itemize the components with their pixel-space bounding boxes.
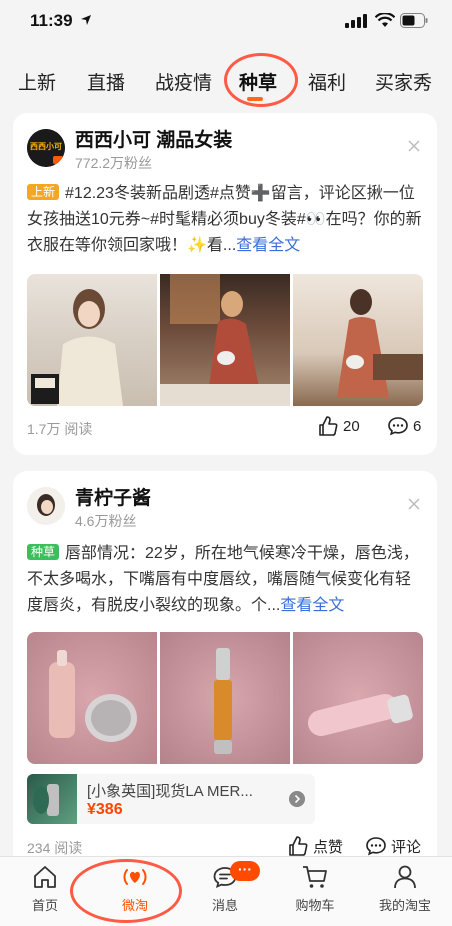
post-photo[interactable] [293,274,423,406]
status-bar: 11:39 [0,0,452,44]
tab-zhanyiqing[interactable]: 战疫情 [155,68,212,95]
post-photo[interactable] [27,632,157,764]
product-title: [小象英国]现货LA MER... [87,783,253,800]
post-photo[interactable] [293,632,423,764]
nav-messages[interactable]: ··· 消息 [180,857,270,926]
author-name[interactable]: 西西小可 潮品女装 [75,125,232,152]
like-count: 20 [343,417,360,435]
tab-fuli[interactable]: 福利 [308,68,346,95]
comment-label: 评论 [391,838,422,856]
comment-button[interactable]: 6 [387,415,421,437]
profile-icon [394,865,416,889]
weitao-icon [123,869,147,885]
comment-button[interactable]: 评论 [365,835,421,857]
bottom-nav: 首页 微淘 ··· 消息 购物车 我的淘宝 [0,856,452,926]
home-icon [34,866,56,888]
comment-count: 6 [413,417,422,435]
like-button[interactable]: 20 [317,415,360,437]
nav-label-cart: 购物车 [295,898,335,913]
post-photo[interactable] [160,274,290,406]
tab-bar: 上新 直播 战疫情 种草 福利 买家秀 [0,58,452,102]
post-content: #12.23冬装新品剧透#点赞➕留言，评论区揪一位女孩抽送10元券~#时髦精必须… [27,185,422,254]
product-price: ¥386 [87,801,123,818]
fan-count: 4.6万粉丝 [75,513,137,529]
photo-grid [27,632,423,764]
thumbs-up-icon [289,836,308,856]
post-content: 唇部情况：22岁，所在地气候寒冷干燥，唇色浅，不太多喝水，下嘴唇有中度唇纹，嘴唇… [27,545,419,614]
product-link[interactable]: [小象英国]现货LA MER... ¥386 [27,774,315,824]
comment-icon [388,417,408,436]
view-count: 234 阅读 [27,840,83,856]
post-tag: 种草 [27,544,60,560]
close-icon[interactable] [407,139,421,153]
nav-profile[interactable]: 我的淘宝 [360,857,450,926]
wifi-icon [375,13,395,27]
tab-maijiaxiu[interactable]: 买家秀 [375,68,432,95]
nav-weitao[interactable]: 微淘 [90,857,180,926]
post-text[interactable]: 上新 #12.23冬装新品剧透#点赞➕留言，评论区揪一位女孩抽送10元券~#时髦精… [27,181,425,259]
chevron-right-icon [289,791,305,807]
close-icon[interactable] [407,497,421,511]
tab-shangxin[interactable]: 上新 [18,68,56,95]
nav-home[interactable]: 首页 [0,857,90,926]
author-name[interactable]: 青柠子酱 [75,483,151,510]
view-count: 1.7万 阅读 [27,421,93,437]
read-more-link[interactable]: 查看全文 [236,237,300,254]
post-photo[interactable] [160,632,290,764]
photo-grid [27,274,423,406]
nav-cart[interactable]: 购物车 [270,857,360,926]
comment-icon [366,837,386,856]
active-tab-indicator [247,97,263,101]
post-card[interactable]: 青柠子酱 4.6万粉丝 种草 唇部情况：22岁，所在地气候寒冷干燥，唇色浅，不太多… [13,471,437,871]
avatar-logo-text: 西西小可 [30,142,62,151]
post-card[interactable]: 西西小可 西西小可 潮品女装 772.2万粉丝 上新 #12.23冬装新品剧透#点… [13,113,437,455]
post-tag: 上新 [27,184,60,200]
nav-label-profile: 我的淘宝 [378,898,431,913]
author-avatar[interactable]: 西西小可 [27,129,65,167]
nav-label-home: 首页 [31,898,58,913]
product-thumbnail [27,774,77,824]
tab-zhongcao[interactable]: 种草 [239,68,277,95]
battery-icon [400,13,428,28]
author-avatar[interactable] [27,487,65,525]
fan-count: 772.2万粉丝 [75,155,153,171]
nav-label-messages: 消息 [211,898,238,913]
signal-icon [345,14,367,28]
tab-zhibo[interactable]: 直播 [87,68,125,95]
status-time: 11:39 [30,11,73,30]
post-photo[interactable] [27,274,157,406]
like-button[interactable]: 点赞 [287,835,343,857]
post-text[interactable]: 种草 唇部情况：22岁，所在地气候寒冷干燥，唇色浅，不太多喝水，下嘴唇有中度唇纹，… [27,541,425,619]
thumbs-up-icon [319,416,338,436]
location-arrow-icon [81,15,91,25]
nav-label-weitao: 微淘 [121,898,148,913]
message-badge: ··· [230,861,260,881]
cart-icon [303,866,327,888]
like-label: 点赞 [313,838,344,856]
read-more-link[interactable]: 查看全文 [280,597,344,614]
